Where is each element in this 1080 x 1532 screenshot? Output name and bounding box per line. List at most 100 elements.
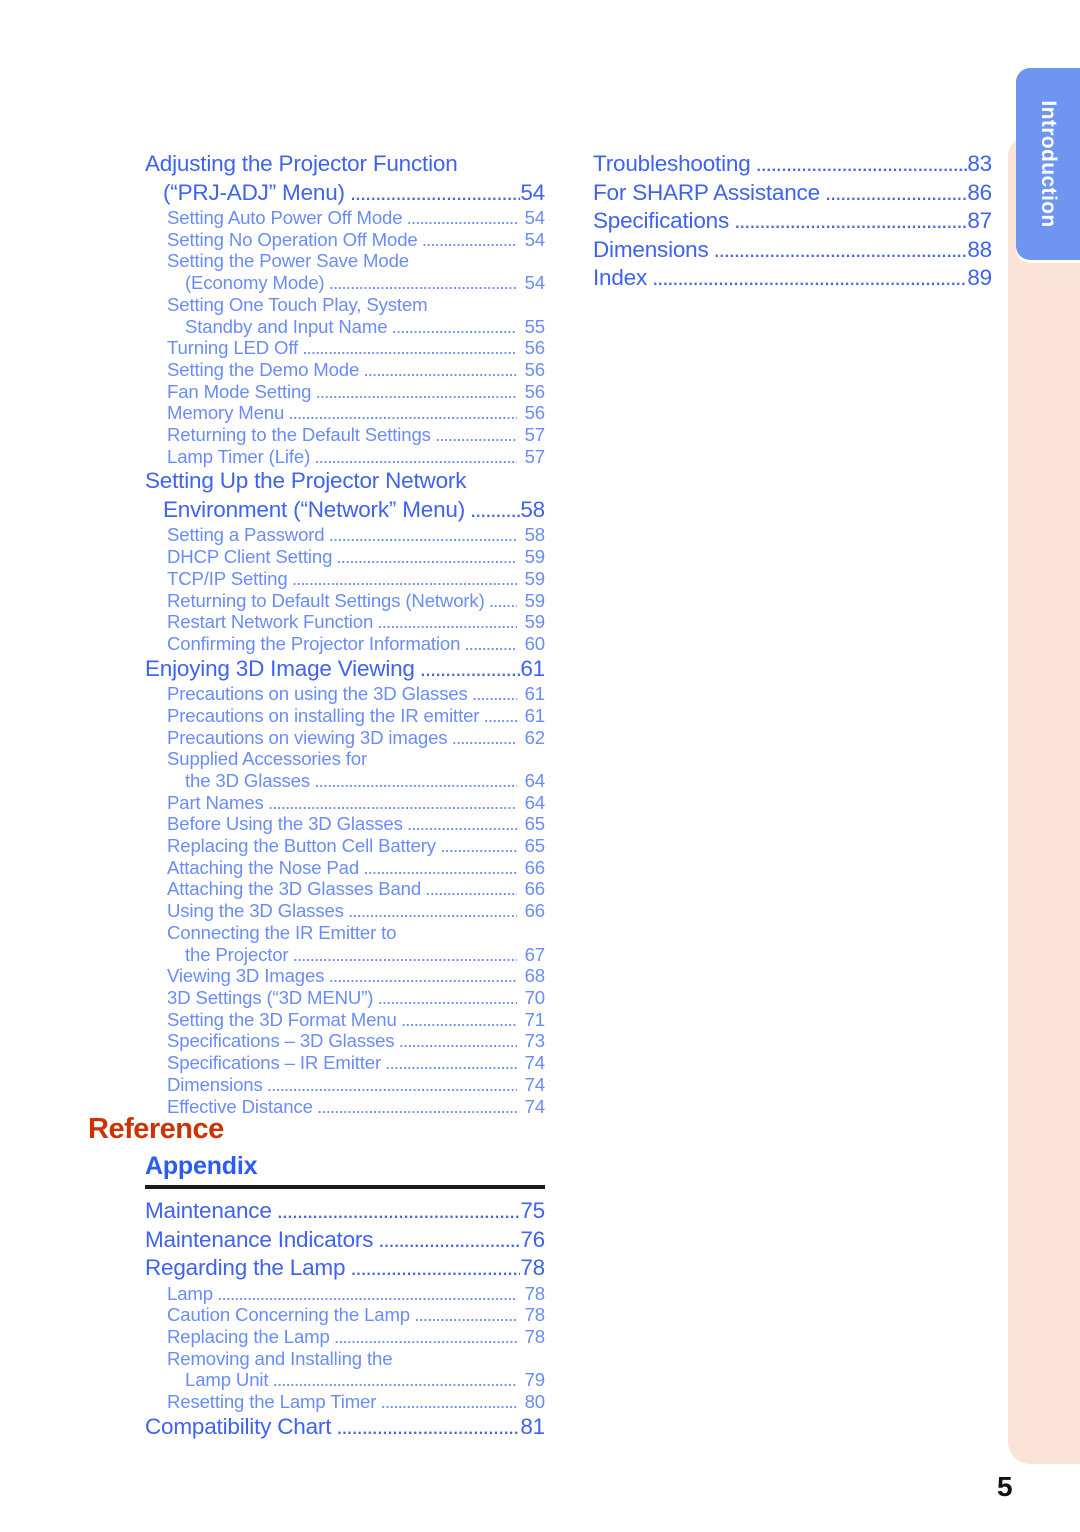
toc-leader-dots: ........................................… xyxy=(272,1369,517,1391)
toc-entry-page: 61 xyxy=(520,655,545,681)
toc-entry-title: Returning to Default Settings (Network) xyxy=(167,589,485,611)
toc-entry[interactable]: Specifications – 3D Glasses ............… xyxy=(145,1030,545,1052)
toc-entry[interactable]: Attaching the Nose Pad .................… xyxy=(145,857,545,879)
toc-entry-title: Attaching the Nose Pad xyxy=(167,856,360,878)
toc-leader-dots: ........................................… xyxy=(391,315,517,337)
toc-entry[interactable]: Specifications .........................… xyxy=(593,207,992,236)
toc-entry[interactable]: Regarding the Lamp .....................… xyxy=(145,1254,545,1283)
toc-entry-title: Specifications – IR Emitter xyxy=(167,1052,381,1074)
toc-entry[interactable]: Specifications – IR Emitter ............… xyxy=(145,1052,545,1074)
toc-entry[interactable]: Removing and Installing the xyxy=(145,1348,545,1370)
toc-entry[interactable]: Memory Menu ............................… xyxy=(145,402,545,424)
toc-entry[interactable]: Index ..................................… xyxy=(593,264,992,293)
toc-leader-dots: ........................................… xyxy=(419,655,521,681)
toc-entry[interactable]: Maintenance ............................… xyxy=(145,1197,545,1226)
toc-entry[interactable]: Compatibility Chart ....................… xyxy=(145,1413,545,1442)
toc-entry[interactable]: Returning to the Default Settings ......… xyxy=(145,424,545,446)
toc-leader-dots: ........................................… xyxy=(328,965,517,987)
toc-entry[interactable]: Lamp Unit ..............................… xyxy=(145,1369,545,1391)
toc-entry-page: 59 xyxy=(524,611,546,633)
toc-entry-title: Fan Mode Setting xyxy=(167,380,312,402)
toc-entry[interactable]: Setting Up the Projector Network xyxy=(145,467,545,496)
toc-leader-dots: ........................................… xyxy=(755,151,968,176)
toc-entry-page: 89 xyxy=(967,265,992,290)
toc-entry-page: 56 xyxy=(524,402,546,424)
toc-entry[interactable]: Dimensions .............................… xyxy=(145,1074,545,1096)
side-tab-strip: Introduction xyxy=(1008,68,1080,1464)
toc-entry-page: 73 xyxy=(524,1030,546,1052)
toc-entry[interactable]: TCP/IP Setting .........................… xyxy=(145,568,545,590)
toc-entry[interactable]: Setting the Power Save Mode xyxy=(145,250,545,272)
toc-entry-page: 61 xyxy=(524,683,546,705)
toc-leader-dots: ........................................… xyxy=(483,704,517,726)
toc-entry[interactable]: Precautions on installing the IR emitter… xyxy=(145,705,545,727)
side-tab-introduction[interactable]: Introduction xyxy=(1016,68,1080,260)
toc-entry[interactable]: Confirming the Projector Information ...… xyxy=(145,633,545,655)
toc-entry[interactable]: Troubleshooting ........................… xyxy=(593,150,992,179)
toc-entry[interactable]: Maintenance Indicators .................… xyxy=(145,1226,545,1255)
toc-entry[interactable]: Fan Mode Setting .......................… xyxy=(145,381,545,403)
toc-entry[interactable]: Restart Network Function ...............… xyxy=(145,611,545,633)
toc-entry[interactable]: Supplied Accessories for xyxy=(145,748,545,770)
toc-entry[interactable]: Returning to Default Settings (Network) … xyxy=(145,590,545,612)
toc-entry-title: Environment (“Network” Menu) xyxy=(163,496,465,522)
toc-entry[interactable]: Before Using the 3D Glasses ............… xyxy=(145,813,545,835)
toc-entry-page: 57 xyxy=(524,424,546,446)
toc-entry-page: 68 xyxy=(524,965,546,987)
toc-entry[interactable]: Lamp ...................................… xyxy=(145,1283,545,1305)
toc-entry-title: Removing and Installing the xyxy=(167,1347,393,1369)
toc-entry-title: (“PRJ-ADJ” Menu) xyxy=(163,179,345,205)
toc-column-right: Troubleshooting ........................… xyxy=(593,150,992,293)
toc-entry-page: 79 xyxy=(524,1369,546,1391)
toc-entry[interactable]: (Economy Mode) .........................… xyxy=(145,272,545,294)
toc-leader-dots: ........................................… xyxy=(291,567,517,589)
toc-entry[interactable]: Setting the 3D Format Menu .............… xyxy=(145,1009,545,1031)
toc-entry[interactable]: Environment (“Network” Menu) ...........… xyxy=(145,496,545,525)
toc-leader-dots: ........................................… xyxy=(380,1391,517,1413)
toc-entry[interactable]: Setting Auto Power Off Mode ............… xyxy=(145,207,545,229)
toc-entry[interactable]: Setting One Touch Play, System xyxy=(145,294,545,316)
toc-entry[interactable]: the Projector ..........................… xyxy=(145,944,545,966)
toc-entry[interactable]: Caution Concerning the Lamp ............… xyxy=(145,1304,545,1326)
toc-entry[interactable]: Viewing 3D Images ......................… xyxy=(145,965,545,987)
toc-entry-title: (Economy Mode) xyxy=(185,272,325,294)
toc-entry-title: Enjoying 3D Image Viewing xyxy=(145,655,415,681)
toc-entry-title: Regarding the Lamp xyxy=(145,1255,346,1280)
toc-entry[interactable]: Setting No Operation Off Mode ..........… xyxy=(145,229,545,251)
toc-entry[interactable]: Lamp Timer (Life) ......................… xyxy=(145,446,545,468)
toc-entry[interactable]: Setting the Demo Mode ..................… xyxy=(145,359,545,381)
toc-entry-page: 59 xyxy=(524,546,546,568)
toc-entry[interactable]: Using the 3D Glasses ...................… xyxy=(145,900,545,922)
toc-entry[interactable]: For SHARP Assistance ...................… xyxy=(593,179,992,208)
toc-entry[interactable]: Connecting the IR Emitter to xyxy=(145,922,545,944)
toc-entry[interactable]: Standby and Input Name .................… xyxy=(145,316,545,338)
toc-entry[interactable]: Replacing the Button Cell Battery ......… xyxy=(145,835,545,857)
toc-entry-title: Replacing the Button Cell Battery xyxy=(167,835,436,857)
toc-entry[interactable]: Part Names .............................… xyxy=(145,792,545,814)
toc-entry[interactable]: DHCP Client Setting ....................… xyxy=(145,546,545,568)
toc-entry-page: 67 xyxy=(524,943,546,965)
toc-leader-dots: ........................................… xyxy=(314,769,517,791)
toc-entry[interactable]: Precautions on viewing 3D images .......… xyxy=(145,727,545,749)
toc-entry[interactable]: (“PRJ-ADJ” Menu) .......................… xyxy=(145,179,545,208)
toc-entry[interactable]: Attaching the 3D Glasses Band ..........… xyxy=(145,878,545,900)
toc-entry[interactable]: Setting a Password .....................… xyxy=(145,524,545,546)
toc-entry-title: Setting the Demo Mode xyxy=(167,358,360,380)
toc-entry[interactable]: 3D Settings (“3D MENU”) ................… xyxy=(145,987,545,1009)
toc-entry-title: Lamp Timer (Life) xyxy=(167,445,311,467)
toc-entry-title: Troubleshooting xyxy=(593,151,751,176)
toc-entry-page: 64 xyxy=(524,769,546,791)
toc-leader-dots: ........................................… xyxy=(385,1052,517,1074)
toc-entry[interactable]: Dimensions .............................… xyxy=(593,236,992,265)
toc-leader-dots: ........................................… xyxy=(377,987,517,1008)
toc-leader-dots: ........................................… xyxy=(464,632,517,654)
toc-entry[interactable]: the 3D Glasses .........................… xyxy=(145,770,545,792)
toc-entry[interactable]: Replacing the Lamp .....................… xyxy=(145,1326,545,1348)
toc-entry[interactable]: Precautions on using the 3D Glasses ....… xyxy=(145,683,545,705)
toc-entry[interactable]: Resetting the Lamp Timer ...............… xyxy=(145,1391,545,1413)
toc-entry[interactable]: Adjusting the Projector Function xyxy=(145,150,545,179)
toc-entry[interactable]: Enjoying 3D Image Viewing ..............… xyxy=(145,655,545,684)
toc-entry-title: Specifications – 3D Glasses xyxy=(167,1030,395,1052)
toc-entry[interactable]: Turning LED Off ........................… xyxy=(145,337,545,359)
reference-heading: Reference xyxy=(88,1113,224,1145)
